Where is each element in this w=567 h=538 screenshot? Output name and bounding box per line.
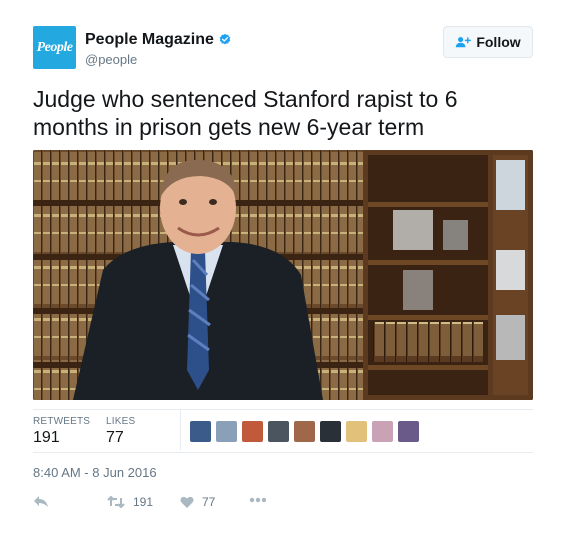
user-handle[interactable]: @people <box>85 52 137 67</box>
liker-avatar[interactable] <box>216 421 237 442</box>
liker-avatar[interactable] <box>346 421 367 442</box>
liker-avatar[interactable] <box>190 421 211 442</box>
liker-avatar[interactable] <box>242 421 263 442</box>
reply-button[interactable] <box>33 495 49 509</box>
tweet-photo[interactable] <box>33 150 533 400</box>
liker-avatar[interactable] <box>320 421 341 442</box>
like-action-count: 77 <box>202 495 216 509</box>
reply-icon <box>34 496 48 507</box>
tweet-text: Judge who sentenced Stanford rapist to 6… <box>33 86 458 140</box>
liker-avatar[interactable] <box>372 421 393 442</box>
avatar-logo-text: People <box>36 39 73 55</box>
retweet-action-count: 191 <box>133 495 154 509</box>
tweet-timestamp[interactable]: 8:40 AM - 8 Jun 2016 <box>33 465 157 480</box>
retweets-count[interactable]: 191 <box>33 429 60 447</box>
add-user-icon <box>456 37 472 48</box>
retweets-label[interactable]: RETWEETS <box>33 416 90 427</box>
retweet-icon <box>107 496 125 508</box>
more-button[interactable] <box>249 497 267 503</box>
avatar[interactable]: People <box>33 26 76 69</box>
judge-portrait-photo-image <box>33 150 533 400</box>
likes-count[interactable]: 77 <box>106 429 124 447</box>
heart-icon <box>180 496 194 508</box>
liker-avatars <box>190 421 424 442</box>
stats-separator <box>180 410 181 450</box>
follow-button[interactable]: Follow <box>443 26 533 58</box>
name-row: People Magazine <box>85 31 232 49</box>
tweet-card: People People Magazine @people Follow Ju… <box>0 0 567 538</box>
liker-avatar[interactable] <box>294 421 315 442</box>
liker-avatar[interactable] <box>268 421 289 442</box>
verified-badge-icon <box>219 33 231 45</box>
divider-bottom <box>33 452 533 453</box>
display-name[interactable]: People Magazine <box>85 31 214 49</box>
more-dots-icon <box>249 497 267 503</box>
like-button[interactable]: 77 <box>180 495 215 509</box>
liker-avatar[interactable] <box>398 421 419 442</box>
follow-button-label: Follow <box>476 34 521 50</box>
likes-label[interactable]: LIKES <box>106 416 135 427</box>
divider-top <box>33 409 533 410</box>
retweet-button[interactable]: 191 <box>107 495 153 509</box>
